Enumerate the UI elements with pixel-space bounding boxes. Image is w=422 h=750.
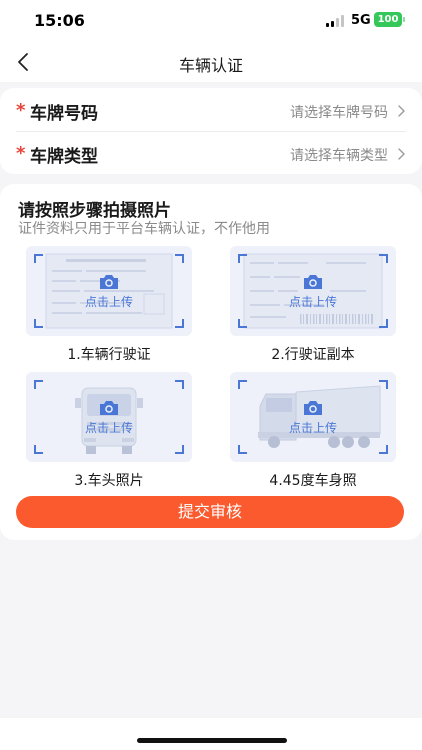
signal-icon (326, 15, 346, 27)
status-time: 15:06 (34, 11, 85, 30)
page-title: 车辆认证 (178, 56, 243, 75)
plate-type-row[interactable]: * 车牌类型 请选择车辆类型 (16, 133, 406, 175)
camera-icon (304, 401, 322, 415)
frame-corner (175, 445, 184, 454)
photo-upload-card: 请按照步骤拍摄照片 证件资料只用于平台车辆认证，不作他用 点击上传 1.车辆行驶… (0, 184, 422, 540)
upload-frame[interactable]: 点击上传 (230, 246, 396, 336)
frame-corner (34, 445, 43, 454)
battery-icon: 100 (374, 12, 405, 27)
slot-label: 4.45度车身照 (269, 473, 357, 489)
network-label: 5G (351, 13, 371, 28)
required-asterisk: * (16, 100, 26, 121)
frame-corner (379, 319, 388, 328)
upload-frame[interactable]: 点击上传 (26, 246, 192, 336)
license-document-image (45, 253, 173, 329)
chevron-right-icon (398, 148, 405, 160)
camera-icon (100, 275, 118, 289)
frame-corner (34, 254, 43, 263)
frame-corner (238, 445, 247, 454)
frame-corner (175, 254, 184, 263)
camera-icon (304, 275, 322, 289)
nav-bar: 车辆认证 (0, 44, 422, 82)
slot-label: 2.行驶证副本 (271, 347, 355, 363)
vehicle-form-card: * 车牌号码 请选择车牌号码 * 车牌类型 请选择车辆类型 (0, 88, 422, 174)
frame-corner (379, 254, 388, 263)
slot-label: 1.车辆行驶证 (67, 347, 151, 363)
frame-corner (238, 319, 247, 328)
upload-frame[interactable]: 点击上传 (230, 372, 396, 462)
plate-number-label: 车牌号码 (30, 104, 98, 124)
upload-hint: 点击上传 (288, 295, 337, 309)
upload-frame[interactable]: 点击上传 (26, 372, 192, 462)
upload-hint: 点击上传 (84, 421, 133, 435)
bottom-safe-area (0, 718, 422, 750)
chevron-right-icon (398, 105, 405, 117)
submit-review-button[interactable]: 提交审核 (16, 496, 404, 528)
frame-corner (379, 445, 388, 454)
frame-corner (175, 319, 184, 328)
camera-icon (100, 401, 118, 415)
plate-number-row[interactable]: * 车牌号码 请选择车牌号码 (16, 90, 406, 132)
upload-hint: 点击上传 (84, 295, 133, 309)
slot-label: 3.车头照片 (74, 473, 144, 489)
plate-type-label: 车牌类型 (30, 147, 98, 167)
frame-corner (238, 380, 247, 389)
section-subtitle: 证件资料只用于平台车辆认证，不作他用 (18, 221, 270, 237)
required-asterisk: * (16, 143, 26, 164)
home-indicator[interactable] (137, 738, 287, 743)
plate-number-placeholder: 请选择车牌号码 (290, 105, 388, 121)
frame-corner (34, 319, 43, 328)
truck-body-image (258, 385, 381, 448)
status-bar: 15:06 5G 100 (0, 0, 422, 44)
frame-corner (175, 380, 184, 389)
frame-corner (379, 380, 388, 389)
upload-hint: 点击上传 (288, 421, 337, 435)
frame-corner (34, 380, 43, 389)
plate-type-placeholder: 请选择车辆类型 (290, 148, 388, 164)
truck-front-image (75, 387, 143, 454)
license-copy-image (243, 253, 383, 329)
frame-corner (238, 254, 247, 263)
